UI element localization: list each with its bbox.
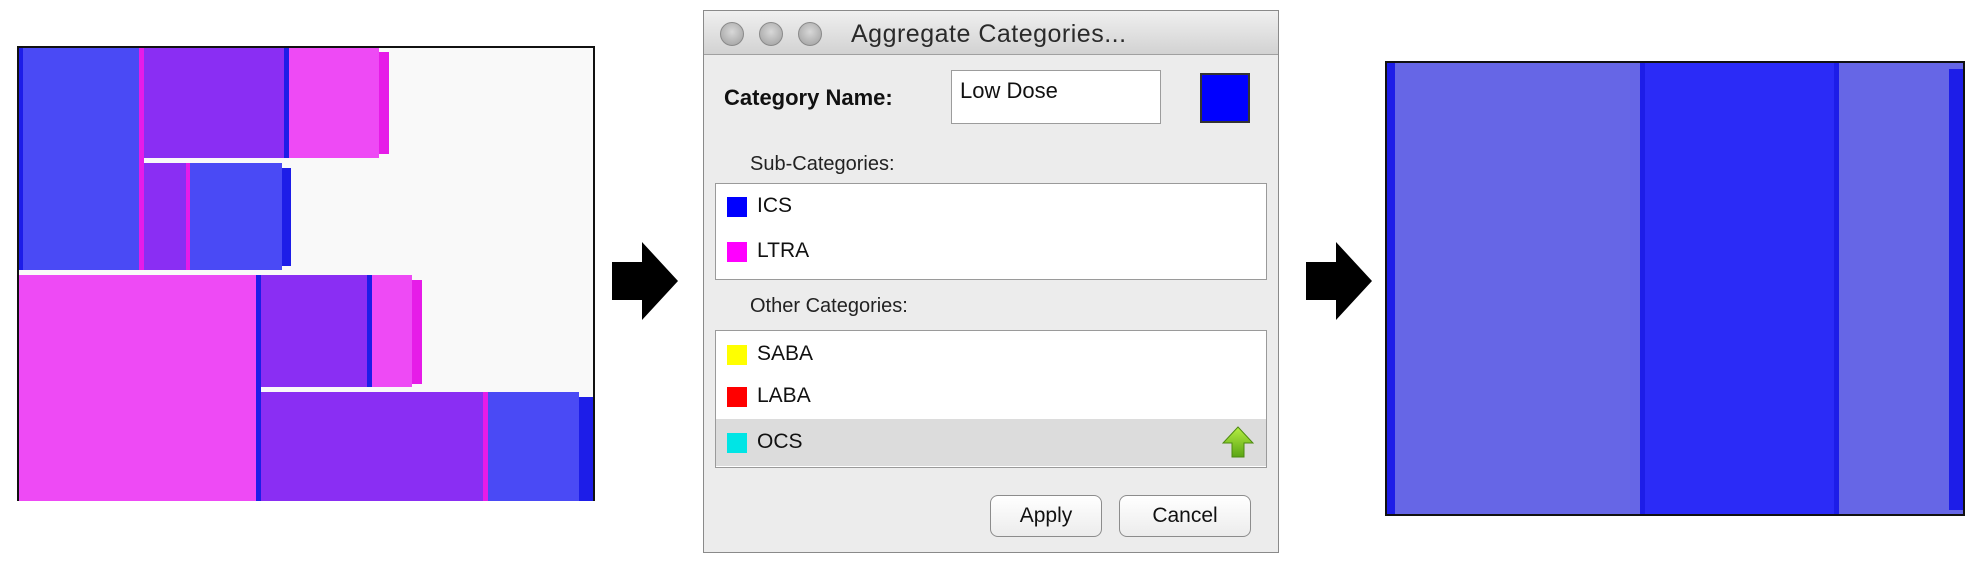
- flow-block-edge: [412, 280, 422, 384]
- list-item[interactable]: LTRA: [716, 231, 1266, 271]
- flow-block-edge: [19, 48, 23, 270]
- apply-button[interactable]: Apply: [990, 495, 1102, 537]
- flow-block[interactable]: [259, 275, 369, 387]
- flow-block[interactable]: [190, 163, 282, 270]
- right-arrow-icon: [1306, 242, 1372, 320]
- original-flow-view: [17, 46, 595, 501]
- flow-block[interactable]: [19, 48, 139, 270]
- flow-block[interactable]: [261, 392, 485, 501]
- flow-block-edge: [579, 397, 593, 501]
- list-item-label: OCS: [757, 430, 803, 453]
- minimize-window-button[interactable]: [759, 22, 783, 46]
- category-name-label: Category Name:: [724, 85, 893, 110]
- flow-block-edge: [1949, 69, 1963, 510]
- color-swatch: [727, 345, 747, 365]
- flow-block[interactable]: [289, 48, 379, 158]
- aggregate-categories-dialog: Aggregate Categories... Category Name: S…: [703, 10, 1279, 553]
- aggregated-flow-view: [1385, 61, 1965, 516]
- category-name-input[interactable]: [951, 70, 1161, 124]
- flow-block[interactable]: [372, 275, 412, 387]
- list-item-label: ICS: [757, 194, 793, 217]
- list-item-selected[interactable]: OCS: [716, 419, 1266, 466]
- color-swatch: [727, 433, 747, 453]
- sub-categories-label: Sub-Categories:: [750, 153, 895, 175]
- flow-block-edge: [379, 52, 389, 154]
- flow-block-edge: [1387, 63, 1395, 514]
- other-categories-label: Other Categories:: [750, 295, 908, 317]
- flow-block-edge: [1640, 63, 1645, 514]
- flow-block-edge: [282, 168, 291, 266]
- zoom-window-button[interactable]: [798, 22, 822, 46]
- list-item[interactable]: ICS: [716, 186, 1266, 226]
- category-color-swatch[interactable]: [1200, 73, 1250, 123]
- cancel-button[interactable]: Cancel: [1119, 495, 1251, 537]
- list-item-label: LABA: [757, 384, 811, 407]
- aggregated-block[interactable]: [1642, 63, 1837, 514]
- list-item[interactable]: SABA: [716, 334, 1266, 374]
- list-item[interactable]: LABA: [716, 376, 1266, 416]
- right-arrow-icon: [612, 242, 678, 320]
- color-swatch: [727, 197, 747, 217]
- color-swatch: [727, 242, 747, 262]
- close-window-button[interactable]: [720, 22, 744, 46]
- sub-categories-list[interactable]: ICS LTRA: [715, 183, 1267, 280]
- flow-block[interactable]: [139, 48, 287, 158]
- flow-block[interactable]: [488, 392, 579, 501]
- flow-block-edge: [1834, 63, 1839, 514]
- other-categories-list[interactable]: SABA LABA OCS: [715, 330, 1267, 468]
- list-item-label: SABA: [757, 342, 814, 365]
- flow-block[interactable]: [144, 163, 186, 270]
- flow-block[interactable]: [19, 275, 259, 501]
- list-item-label: LTRA: [757, 239, 810, 262]
- move-up-icon[interactable]: [1222, 426, 1254, 458]
- dialog-title: Aggregate Categories...: [851, 20, 1127, 48]
- color-swatch: [727, 387, 747, 407]
- dialog-titlebar: Aggregate Categories...: [704, 11, 1278, 55]
